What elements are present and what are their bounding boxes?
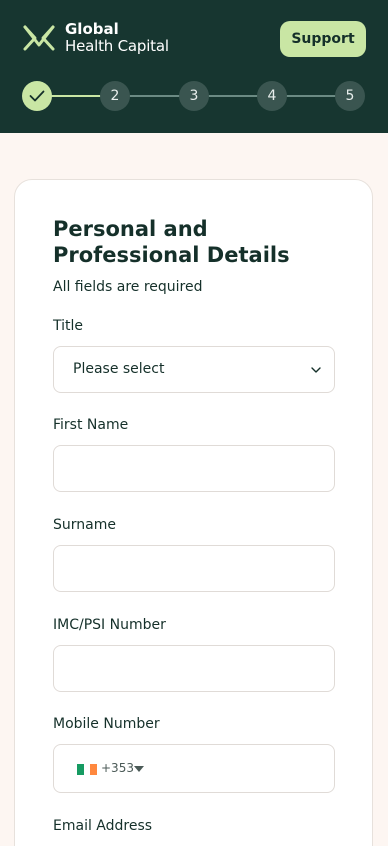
step-5-label: 5 [345, 88, 355, 104]
surname-label: Surname [53, 517, 116, 533]
email-label: Email Address [53, 818, 153, 834]
step-4[interactable]: 4 [257, 81, 287, 111]
step-1[interactable] [22, 81, 52, 111]
title-select-value: Please select [73, 361, 165, 377]
step-connector-4 [286, 95, 337, 97]
imc-psi-input[interactable] [53, 645, 335, 692]
details-form-card: Personal and Professional Details All fi… [14, 179, 373, 846]
logo-line2: Health Capital [65, 37, 169, 55]
step-connector-3 [208, 95, 259, 97]
mobile-label: Mobile Number [53, 716, 160, 732]
check-icon [29, 90, 45, 102]
logo-icon [23, 25, 55, 51]
logo[interactable]: Global Health Capital [22, 21, 169, 55]
support-button[interactable]: Support [280, 21, 366, 57]
logo-wordmark: Global Health Capital [65, 21, 169, 55]
logo-line1: Global [65, 20, 119, 38]
form-title: Personal and Professional Details [53, 217, 290, 267]
title-label: Title [53, 318, 84, 334]
step-3[interactable]: 3 [179, 81, 209, 111]
mobile-input[interactable]: +353 [53, 744, 335, 793]
step-2[interactable]: 2 [100, 81, 130, 111]
step-2-label: 2 [110, 88, 120, 104]
form-subtitle: All fields are required [53, 279, 203, 295]
ireland-flag-icon[interactable] [77, 764, 98, 775]
progress-stepper: 2 3 4 5 [0, 79, 388, 113]
step-connector-2 [129, 95, 180, 97]
step-connector-1 [51, 95, 102, 97]
country-code[interactable]: +353 [101, 761, 134, 775]
caret-down-icon[interactable] [134, 766, 144, 772]
step-3-label: 3 [189, 88, 199, 104]
surname-input[interactable] [53, 545, 335, 592]
first-name-label: First Name [53, 417, 129, 433]
first-name-input[interactable] [53, 445, 335, 492]
title-select[interactable]: Please select [53, 346, 335, 393]
chevron-down-icon [311, 367, 321, 373]
imc-psi-label: IMC/PSI Number [53, 617, 166, 633]
step-4-label: 4 [267, 88, 277, 104]
app-header: Global Health Capital Support 2 3 4 5 [0, 0, 388, 133]
step-5[interactable]: 5 [335, 81, 365, 111]
